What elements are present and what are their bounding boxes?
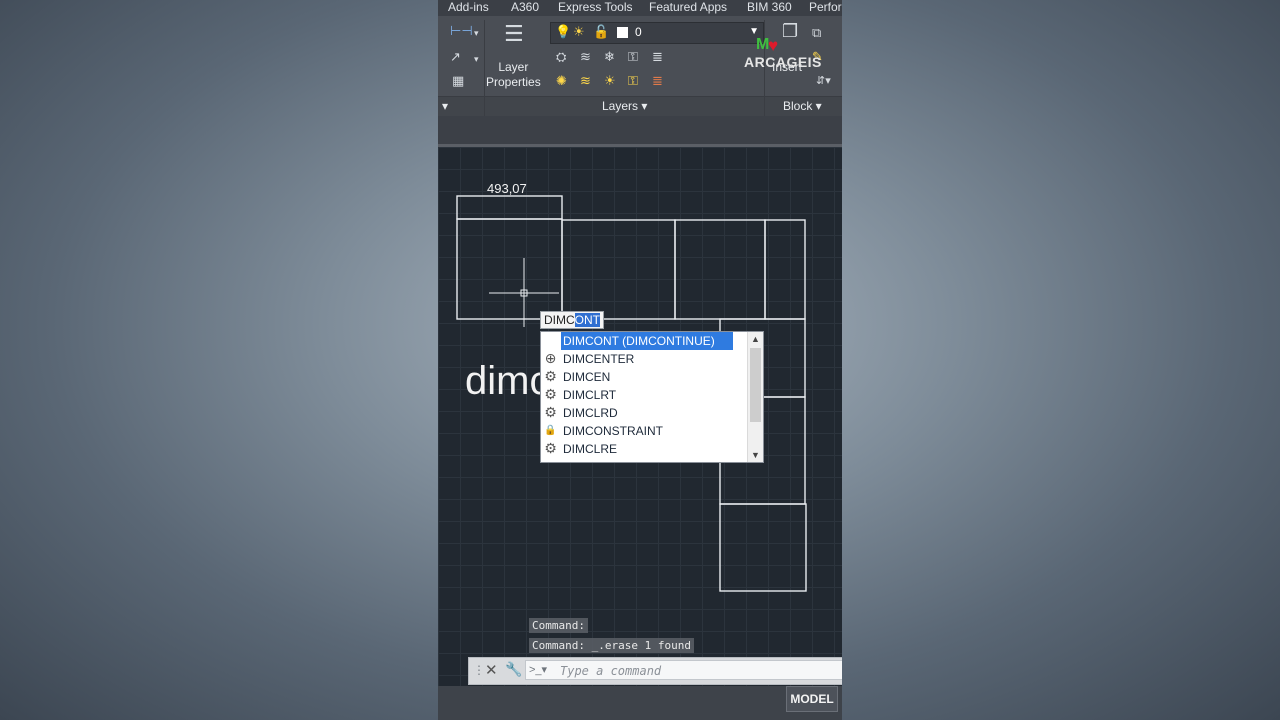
status-bar: MODEL — [438, 686, 842, 720]
panel-title-block[interactable]: Block ▾ — [783, 99, 822, 113]
block-attribute-icon[interactable]: ⇵▾ — [816, 74, 831, 88]
layer-lock-icon[interactable]: ⚿ — [628, 50, 638, 64]
layer-on-icon[interactable]: ✺ — [556, 74, 567, 88]
gear-icon: ⚙ — [544, 386, 557, 402]
layer-color-swatch — [617, 27, 628, 38]
layer-properties-icon[interactable]: ☰ — [504, 22, 524, 46]
file-tab-bar — [438, 116, 842, 147]
tab-bim-360[interactable]: BIM 360 — [747, 0, 792, 14]
autocomplete-item[interactable]: ⊕ DIMCENTER — [541, 350, 747, 368]
lock-icon: 🔒 — [544, 425, 557, 436]
panel-separator — [484, 96, 485, 116]
ribbon-panel-titles: ▾ Layers ▾ Block ▾ — [438, 96, 842, 117]
grip-handle-icon[interactable]: ⋮ — [473, 663, 485, 677]
scroll-down-icon[interactable]: ▼ — [748, 450, 763, 460]
autocomplete-item-label: DIMCLRE — [563, 442, 618, 456]
layer-merge-icon[interactable]: ≣ — [652, 74, 663, 88]
room-rect[interactable] — [764, 219, 806, 320]
command-prompt-icon[interactable]: >_▾ — [529, 663, 547, 676]
autocomplete-item[interactable]: ⚙ DIMCLRE — [541, 440, 747, 458]
scrollbar-thumb[interactable] — [750, 348, 761, 422]
layer-isolate-icon[interactable]: ≋ — [580, 50, 591, 64]
room-rect[interactable] — [561, 219, 676, 320]
gear-icon: ⚙ — [544, 440, 557, 456]
command-input[interactable]: Type a command — [525, 660, 842, 680]
heart-icon: ♥ — [768, 36, 779, 55]
close-icon[interactable]: ✕ — [485, 661, 498, 679]
dimension-icon[interactable]: ⊢⊣ — [450, 24, 473, 38]
autocomplete-item[interactable]: ⚙ DIMCEN — [541, 368, 747, 386]
overlay-typed-text: dimc — [465, 359, 550, 403]
layer-properties-label: Layer — [498, 60, 529, 74]
dimension-value: 493,07 — [487, 181, 527, 196]
lightbulb-icon: 💡 — [555, 24, 572, 39]
autocomplete-item-label: DIMCENTER — [563, 352, 635, 366]
brand-watermark: ARCAGEIS — [744, 54, 822, 70]
dimension-box[interactable] — [456, 195, 563, 220]
panel-separator — [764, 96, 765, 116]
drawing-canvas[interactable]: 493,07 dimc DIMCONT DIMCONT (DIMCONTINUE… — [438, 147, 842, 720]
unlock-icon: 🔓 — [593, 24, 610, 39]
autocomplete-list[interactable]: DIMCONT (DIMCONTINUE) ⊕ DIMCENTER ⚙ DIMC… — [540, 331, 764, 463]
dynamic-input-field[interactable]: DIMCONT — [540, 311, 605, 329]
layer-thaw-icon[interactable]: ☀ — [604, 74, 616, 88]
sun-icon: ☀ — [573, 24, 585, 39]
wrench-icon[interactable]: 🔧 — [505, 661, 522, 678]
autocomplete-item[interactable]: 🔒 DIMCONSTRAINT — [541, 422, 747, 440]
typed-prefix: DIMC — [544, 313, 575, 327]
model-space-button[interactable]: MODEL — [786, 686, 838, 712]
tab-express-tools[interactable]: Express Tools — [558, 0, 632, 14]
layer-name: 0 — [635, 25, 642, 39]
typed-suggestion: ONT — [574, 313, 601, 327]
layer-unisolate-icon[interactable]: ≋ — [580, 74, 591, 88]
scroll-up-icon[interactable]: ▲ — [748, 334, 763, 344]
tab-a360[interactable]: A360 — [511, 0, 539, 14]
command-line: ⋮ ✕ 🔧 Type a command >_▾ — [468, 657, 842, 685]
leader-icon[interactable]: ↗ — [450, 50, 461, 64]
center-mark-icon: ⊕ — [544, 350, 557, 366]
room-rect[interactable] — [456, 218, 563, 320]
layer-dropdown[interactable]: 💡 ☀ 🔓 0 ▼ — [550, 22, 764, 44]
autocomplete-item[interactable]: ⚙ DIMCLRT — [541, 386, 747, 404]
tab-featured-apps[interactable]: Featured Apps — [649, 0, 727, 14]
dropdown-arrow-icon[interactable]: ▾ — [474, 52, 479, 66]
panel-expander-icon[interactable]: ▾ — [442, 99, 448, 113]
autocomplete-item[interactable]: ⚙ DIMCLRD — [541, 404, 747, 422]
autocomplete-item-label: DIMCLRT — [563, 388, 617, 402]
room-rect[interactable] — [719, 503, 807, 592]
layer-off-icon[interactable]: ⛭ — [556, 50, 566, 64]
autocomplete-item-label: DIMCLRD — [563, 406, 618, 420]
layer-walk-icon[interactable]: ≣ — [652, 50, 663, 64]
tab-performance[interactable]: Perfor — [809, 0, 842, 14]
autocad-window: Add-ins A360 Express Tools Featured Apps… — [438, 0, 842, 720]
panel-title-layers[interactable]: Layers ▾ — [602, 99, 647, 113]
table-icon[interactable]: ▦ — [452, 74, 464, 88]
gear-icon: ⚙ — [544, 368, 557, 384]
layer-unlock-icon[interactable]: ⚿ — [628, 74, 638, 88]
autocomplete-item-label: DIMCONSTRAINT — [563, 424, 663, 438]
autocomplete-item-label: DIMCONT (DIMCONTINUE) — [561, 332, 733, 350]
autocomplete-scrollbar[interactable]: ▲ ▼ — [747, 332, 763, 462]
ribbon-tab-bar: Add-ins A360 Express Tools Featured Apps… — [438, 0, 842, 16]
dropdown-arrow-icon[interactable]: ▾ — [474, 26, 479, 40]
autocomplete-item[interactable]: DIMCONT (DIMCONTINUE) — [541, 332, 747, 350]
create-block-icon[interactable]: ⧉ — [812, 26, 821, 40]
room-rect[interactable] — [674, 219, 766, 320]
layer-properties-label: Properties — [486, 75, 541, 89]
command-history-line: Command: _.erase 1 found — [529, 638, 694, 653]
layer-properties-button[interactable]: Layer Properties — [486, 60, 541, 90]
command-history-line: Command: — [529, 618, 588, 633]
tab-add-ins[interactable]: Add-ins — [448, 0, 489, 14]
layer-freeze-icon[interactable]: ❄ — [604, 50, 615, 64]
gear-icon: ⚙ — [544, 404, 557, 420]
autocomplete-item-label: DIMCEN — [563, 370, 611, 384]
insert-block-icon[interactable]: ❐ — [782, 22, 798, 40]
